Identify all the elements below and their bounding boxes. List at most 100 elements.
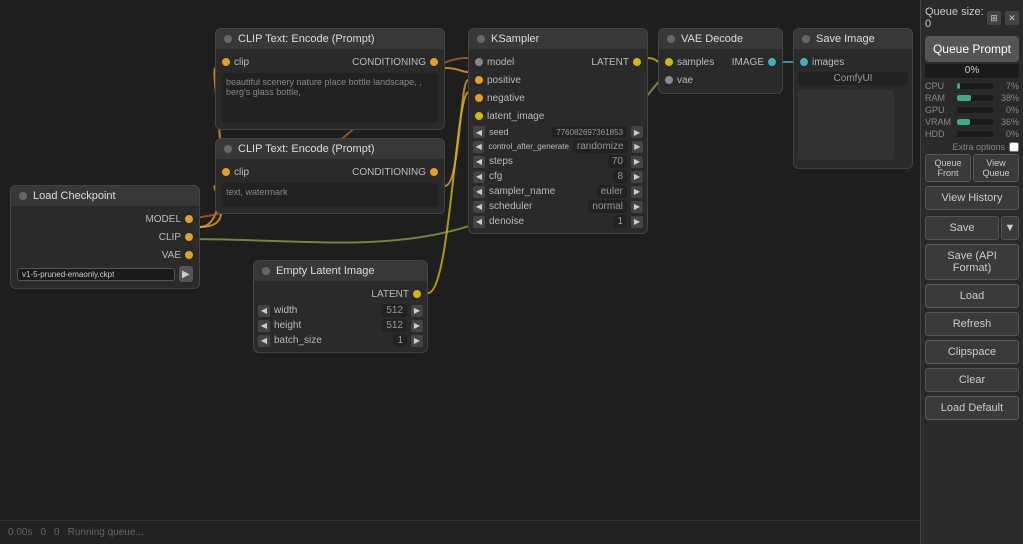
node-body-latent: LATENT ◀ width 512 ▶ ◀ height 512 ▶ ◀ ba… [254,281,427,352]
refresh-button[interactable]: Refresh [925,312,1019,336]
cfg-value: 8 [613,170,627,183]
steps-decrement[interactable]: ◀ [473,156,485,168]
ksampler-sampler-row: ◀ sampler_name euler ▶ [469,184,647,199]
scheduler-label: scheduler [489,201,584,212]
stats-cpu-bar [957,83,993,89]
sampler-increment[interactable]: ▶ [631,186,643,198]
width-decrement[interactable]: ◀ [258,305,270,317]
width-label: width [274,305,378,316]
view-history-button[interactable]: View History [925,186,1019,210]
latent-batch-row: ◀ batch_size 1 ▶ [254,333,427,348]
node-body-load-checkpoint: MODEL CLIP VAE v1-5-pruned-emaonly.ckpt … [11,206,199,288]
clip1-text[interactable]: beautiful scenery nature place bottle la… [222,73,438,123]
clip2-text[interactable]: text, watermark [222,183,438,207]
seed-decrement[interactable]: ◀ [473,126,485,138]
port-dot-images-in [800,58,808,66]
port-dot-latent-out [413,290,421,298]
node-title-load-checkpoint: Load Checkpoint [33,190,116,202]
control-value: randomize [573,140,628,153]
status-text-3: 0 [54,527,60,538]
node-dot [477,35,485,43]
width-value: 512 [382,304,407,317]
canvas-area[interactable]: Load Checkpoint MODEL CLIP VAE v1-5-prun… [0,0,920,544]
port-label-clip: CLIP [17,232,181,243]
progress-bar-container: 0% [925,64,1019,78]
node-body-vae: samples IMAGE vae [659,49,782,93]
batch-decrement[interactable]: ◀ [258,335,270,347]
port-label-vae: VAE [17,250,181,261]
stats-section: CPU 7% RAM 38% GPU 0% VRAM 36% [925,80,1019,140]
batch-increment[interactable]: ▶ [411,335,423,347]
port-dot-positive-in [475,76,483,84]
cfg-decrement[interactable]: ◀ [473,171,485,183]
control-increment[interactable]: ▶ [632,141,643,153]
status-text-1: 0.00s [8,527,32,538]
steps-increment[interactable]: ▶ [631,156,643,168]
status-bar: 0.00s 0 0 Running queue... [0,520,920,544]
status-loading: Running queue... [68,527,144,538]
queue-prompt-button[interactable]: Queue Prompt [925,36,1019,62]
cfg-label: cfg [489,171,609,182]
save-api-button[interactable]: Save (API Format) [925,244,1019,280]
sampler-decrement[interactable]: ◀ [473,186,485,198]
node-header-load-checkpoint: Load Checkpoint [11,186,199,206]
height-increment[interactable]: ▶ [411,320,423,332]
node-dot [262,267,270,275]
scheduler-increment[interactable]: ▶ [631,201,643,213]
extra-options-row: Extra options [925,142,1019,152]
panel-icon-x[interactable]: ✕ [1005,11,1019,25]
queue-view-row: Queue Front View Queue [925,154,1019,182]
width-increment[interactable]: ▶ [411,305,423,317]
node-header-clip1: CLIP Text: Encode (Prompt) [216,29,444,49]
view-queue-button[interactable]: View Queue [973,154,1019,182]
node-clip2-ports: clip CONDITIONING [216,163,444,181]
node-dot [802,35,810,43]
panel-icon-grid[interactable]: ⊞ [987,11,1001,25]
port-label-image-out: IMAGE [732,57,764,68]
denoise-decrement[interactable]: ◀ [473,216,485,228]
port-label-samples-in: samples [677,57,714,68]
latent-height-row: ◀ height 512 ▶ [254,318,427,333]
scheduler-decrement[interactable]: ◀ [473,201,485,213]
clear-button[interactable]: Clear [925,368,1019,392]
denoise-increment[interactable]: ▶ [631,216,643,228]
stats-ram-bar [957,95,993,101]
port-dot-vae [185,251,193,259]
node-port-model: MODEL [11,210,199,228]
extra-options-checkbox[interactable] [1009,142,1019,152]
queue-front-button[interactable]: Queue Front [925,154,971,182]
stats-ram-fill [957,95,971,101]
stats-cpu-label: CPU [925,81,953,91]
port-label-clip-in: clip [234,57,249,68]
right-panel: Queue size: 0 ⊞ ✕ Queue Prompt 0% CPU 7%… [920,0,1023,544]
port-label-conditioning2-out: CONDITIONING [352,167,426,178]
node-empty-latent: Empty Latent Image LATENT ◀ width 512 ▶ … [253,260,428,353]
stats-hdd-bar [957,131,993,137]
ckpt-dropdown[interactable]: v1-5-pruned-emaonly.ckpt [17,268,175,281]
port-dot-vae-in [665,76,673,84]
node-save-image: Save Image images ComfyUI [793,28,913,169]
port-label-vae-in: vae [677,75,776,86]
load-button[interactable]: Load [925,284,1019,308]
ksampler-model-row: model LATENT [469,53,647,71]
seed-increment[interactable]: ▶ [631,126,643,138]
node-clip-encode-1: CLIP Text: Encode (Prompt) clip CONDITIO… [215,28,445,130]
node-port-vae: VAE [11,246,199,264]
load-default-button[interactable]: Load Default [925,396,1019,420]
height-decrement[interactable]: ◀ [258,320,270,332]
stats-hdd-value: 0% [997,129,1019,139]
control-decrement[interactable]: ◀ [473,141,484,153]
port-label-latent-in: latent_image [487,111,641,122]
stats-hdd-label: HDD [925,129,953,139]
clipspace-button[interactable]: Clipspace [925,340,1019,364]
play-btn[interactable]: ▶ [179,266,193,282]
save-images-row: images [794,53,912,71]
sampler-value: euler [597,185,627,198]
save-button[interactable]: Save [925,216,999,240]
cfg-increment[interactable]: ▶ [631,171,643,183]
node-header-save: Save Image [794,29,912,49]
stats-ram: RAM 38% [925,92,1019,104]
node-load-checkpoint: Load Checkpoint MODEL CLIP VAE v1-5-prun… [10,185,200,289]
vae-vae-row: vae [659,71,782,89]
save-dropdown-button[interactable]: ▼ [1001,216,1019,240]
